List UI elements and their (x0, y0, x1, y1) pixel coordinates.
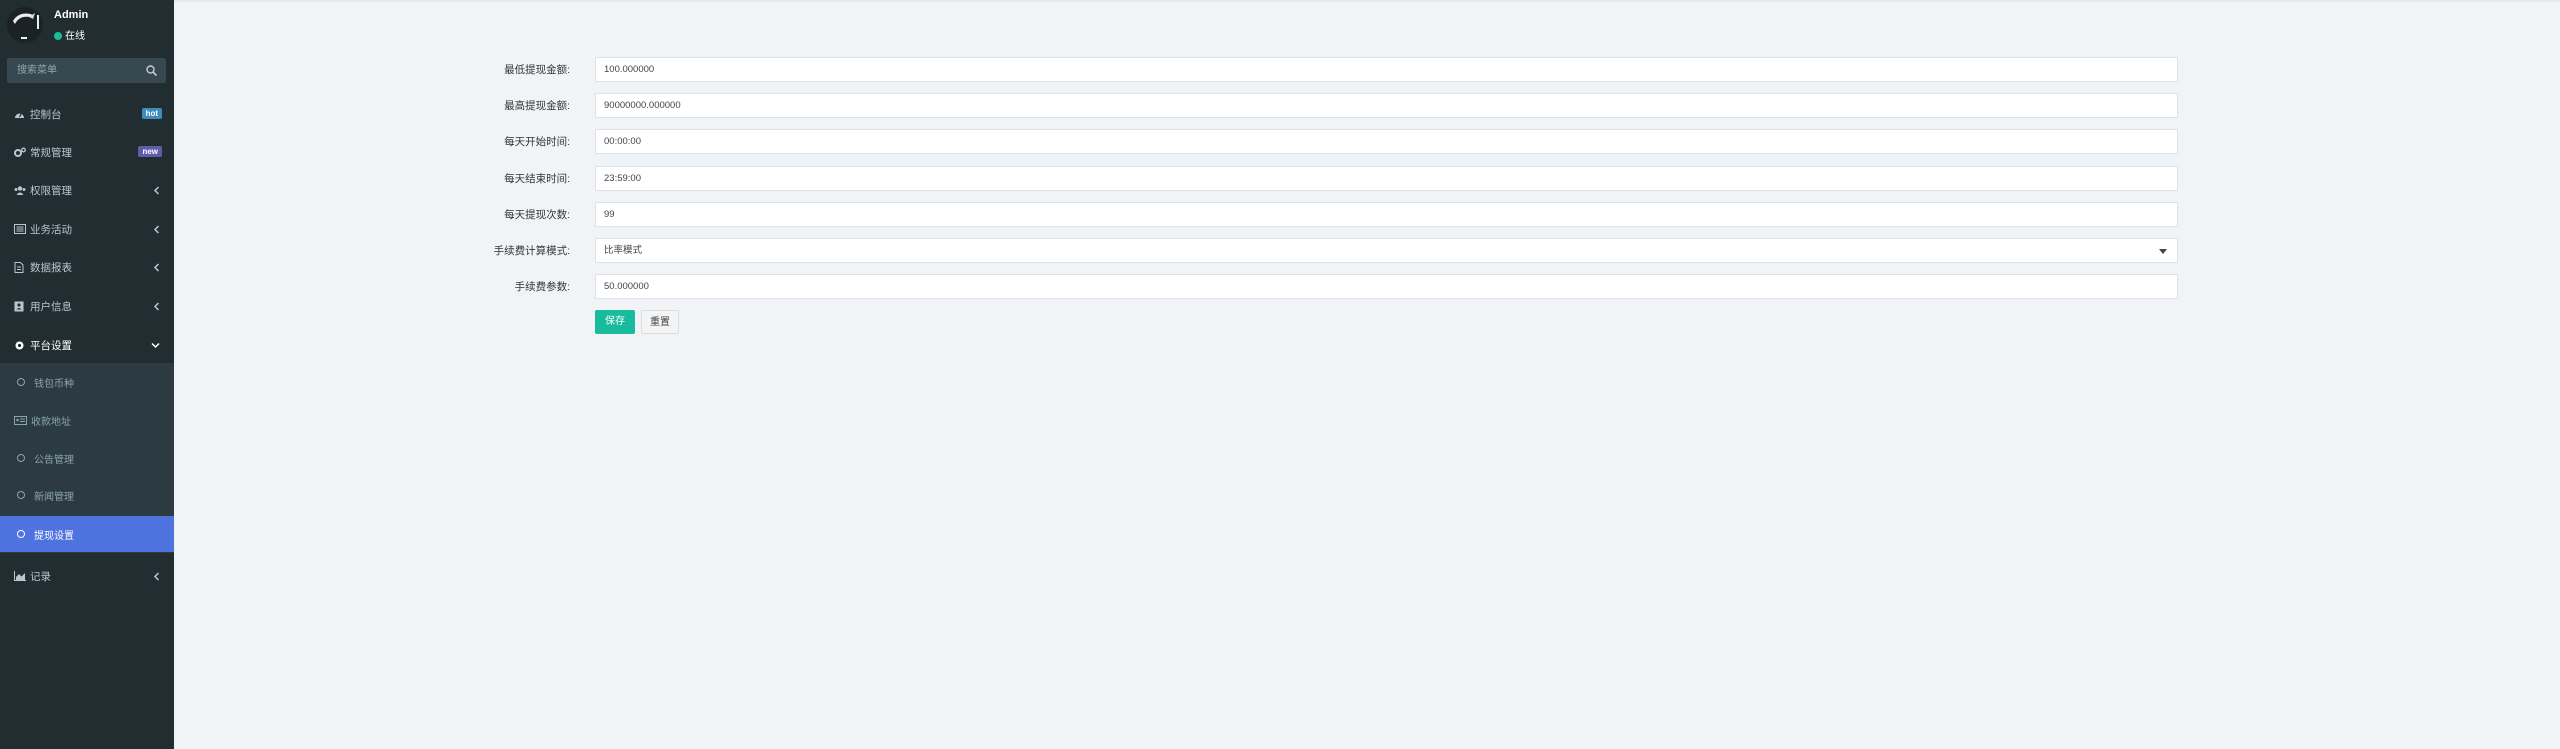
field-label: 手续费参数: (514, 281, 570, 293)
submenu-item-label: 公告管理 (34, 454, 74, 466)
file-icon (14, 260, 28, 274)
online-status-icon (54, 32, 62, 40)
daily-count-input[interactable]: 99 (595, 202, 2178, 227)
circle-icon (17, 530, 25, 538)
sidebar-item-label: 数据报表 (30, 261, 72, 274)
chevron-left-icon (153, 225, 160, 234)
chevron-left-icon (153, 302, 160, 311)
field-label: 每天开始时间: (504, 136, 570, 148)
caret-down-icon (2159, 249, 2167, 254)
area-chart-icon (14, 569, 28, 583)
sidebar-item-users[interactable]: 用户信息 (0, 291, 174, 321)
sidebar-item-reports[interactable]: 数据报表 (0, 252, 174, 282)
address-book-icon (14, 299, 28, 313)
sidebar-item-label: 用户信息 (30, 300, 72, 313)
chevron-left-icon (153, 186, 160, 195)
content-top-border (174, 0, 2560, 2)
sidebar-item-permissions[interactable]: 权限管理 (0, 175, 174, 205)
users-icon (14, 183, 28, 197)
cogs-icon (14, 145, 28, 159)
sidebar-item-label: 控制台 (30, 108, 62, 121)
sidebar-item-label: 记录 (30, 570, 51, 583)
user-status: 在线 (54, 27, 85, 42)
chevron-left-icon (153, 572, 160, 581)
address-card-icon (14, 415, 27, 425)
new-badge: new (138, 146, 162, 157)
sidebar-item-label: 常规管理 (30, 146, 72, 159)
fee-param-input[interactable]: 50.000000 (595, 274, 2178, 299)
dashboard-icon (14, 107, 28, 121)
gear-icon (14, 338, 28, 352)
sidebar-search (7, 58, 166, 83)
sidebar: Admin 在线 控制台 hot 常规管理 new 权限管理 (0, 0, 174, 749)
field-label: 手续费计算模式: (493, 245, 570, 257)
sidebar-item-business[interactable]: 业务活动 (0, 214, 174, 244)
chevron-down-icon (151, 342, 160, 349)
field-label: 每天结束时间: (504, 173, 570, 185)
fee-mode-selected: 比率模式 (604, 245, 643, 256)
submenu-item-label: 新闻管理 (34, 491, 74, 503)
circle-icon (17, 378, 25, 386)
hot-badge: hot (141, 108, 162, 119)
submenu-item-wallet-currency[interactable]: 钱包币种 (0, 364, 174, 400)
submenu-item-label: 收款地址 (31, 416, 71, 428)
form-row-daily-start: 每天开始时间: 00:00:00 (430, 129, 2178, 155)
sidebar-item-label: 业务活动 (30, 223, 72, 236)
sidebar-item-general[interactable]: 常规管理 new (0, 137, 174, 167)
submenu-item-announcements[interactable]: 公告管理 (0, 440, 174, 476)
form-row-fee-mode: 手续费计算模式: 比率模式 (430, 238, 2178, 264)
save-button[interactable]: 保存 (595, 310, 635, 334)
fee-mode-select[interactable]: 比率模式 (595, 238, 2178, 263)
field-label: 每天提现次数: (504, 209, 570, 221)
form-actions: 保存 重置 (430, 310, 2178, 336)
max-withdraw-input[interactable]: 90000000.000000 (595, 93, 2178, 118)
reset-button[interactable]: 重置 (641, 310, 679, 334)
submenu-item-label: 提现设置 (34, 530, 74, 542)
field-label: 最高提现金额: (504, 100, 570, 112)
search-input[interactable] (7, 58, 137, 83)
form-row-daily-end: 每天结束时间: 23:59:00 (430, 166, 2178, 192)
sidebar-item-platform-settings[interactable]: 平台设置 (0, 330, 174, 360)
circle-icon (17, 491, 25, 499)
form-row-min-withdraw: 最低提现金额: 100.000000 (430, 57, 2178, 83)
form-row-daily-count: 每天提现次数: 99 (430, 202, 2178, 228)
submenu-item-news[interactable]: 新闻管理 (0, 477, 174, 513)
sidebar-item-dashboard[interactable]: 控制台 hot (0, 99, 174, 129)
form-row-fee-param: 手续费参数: 50.000000 (430, 274, 2178, 300)
submenu-item-receiving-address[interactable]: 收款地址 (0, 402, 174, 438)
list-icon (14, 222, 28, 236)
chevron-left-icon (153, 263, 160, 272)
search-icon[interactable] (145, 64, 158, 77)
min-withdraw-input[interactable]: 100.000000 (595, 57, 2178, 82)
daily-start-time-input[interactable]: 00:00:00 (595, 129, 2178, 154)
sidebar-item-records[interactable]: 记录 (0, 561, 174, 591)
user-panel: Admin 在线 (0, 0, 174, 48)
field-label: 最低提现金额: (504, 64, 570, 76)
status-text: 在线 (65, 31, 85, 42)
sidebar-item-label: 平台设置 (30, 339, 72, 352)
avatar (7, 7, 43, 43)
submenu-item-label: 钱包币种 (34, 378, 74, 390)
submenu-item-withdraw-settings[interactable]: 提现设置 (0, 516, 174, 552)
form-row-max-withdraw: 最高提现金额: 90000000.000000 (430, 93, 2178, 119)
user-name: Admin (54, 9, 89, 21)
circle-icon (17, 454, 25, 462)
sidebar-item-label: 权限管理 (30, 184, 72, 197)
daily-end-time-input[interactable]: 23:59:00 (595, 166, 2178, 191)
